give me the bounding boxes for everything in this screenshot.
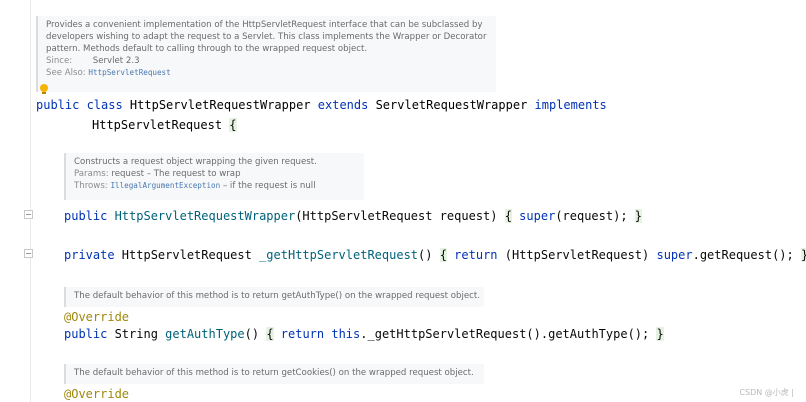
cookies-javadoc: The default behavior of this method is t… — [64, 364, 484, 384]
authtype-javadoc: The default behavior of this method is t… — [64, 287, 484, 307]
parent-class[interactable]: ServletRequestWrapper — [376, 98, 528, 112]
fold-toggle-icon[interactable] — [24, 249, 33, 258]
fold-toggle-icon[interactable] — [24, 210, 33, 219]
class-doc-line-2: developers wishing to adapt the request … — [46, 32, 487, 42]
class-doc-line-1: Provides a convenient implementation of … — [46, 20, 483, 30]
override-annotation: @Override — [64, 310, 130, 324]
class-javadoc: Provides a convenient implementation of … — [36, 16, 496, 92]
method-name-get-http-servlet-request[interactable]: _getHttpServletRequest — [259, 248, 418, 262]
class-doc-line-3: pattern. Methods default to calling thro… — [46, 44, 368, 54]
class-declaration-line-1: public class HttpServletRequestWrapper e… — [36, 98, 607, 112]
override-annotation: @Override — [64, 387, 130, 401]
gutter-divider — [30, 0, 31, 402]
interface-name[interactable]: HttpServletRequest — [92, 118, 222, 132]
exception-link[interactable]: IllegalArgumentException — [110, 181, 220, 190]
constructor-javadoc: Constructs a request object wrapping the… — [64, 153, 364, 200]
constructor-line: public HttpServletRequestWrapper(HttpSer… — [64, 209, 643, 223]
lightbulb-icon[interactable] — [40, 84, 48, 94]
see-also-label: See Also: — [46, 68, 86, 78]
method-name-get-auth-type[interactable]: getAuthType — [165, 327, 244, 341]
since-label: Since: — [46, 56, 73, 66]
class-name[interactable]: HttpServletRequestWrapper — [130, 98, 311, 112]
constructor-name[interactable]: HttpServletRequestWrapper — [115, 209, 296, 223]
class-declaration-line-2: HttpServletRequest { — [92, 117, 237, 133]
editor-gutter — [0, 0, 30, 402]
class-open-brace: { — [229, 118, 237, 132]
auth-method-line: public String getAuthType() { return thi… — [64, 327, 664, 341]
watermark: CSDN @小虎 | — [739, 388, 794, 397]
private-method-line: private HttpServletRequest _getHttpServl… — [64, 247, 806, 263]
since-value: Servlet 2.3 — [92, 56, 140, 66]
see-also-link[interactable]: HttpServletRequest — [88, 68, 170, 77]
